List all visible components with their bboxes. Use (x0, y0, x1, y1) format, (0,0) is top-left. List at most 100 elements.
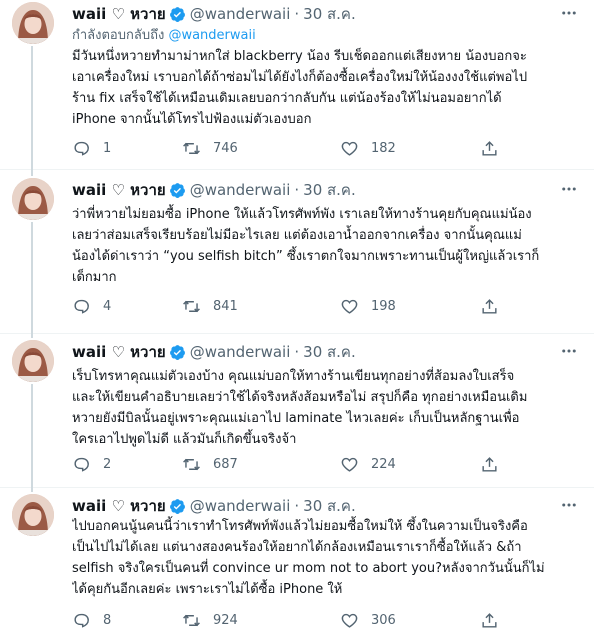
tweet-header: waii ♡ หวาย @wanderwaii · 30 ส.ค. (72, 342, 356, 362)
tweet-1[interactable]: waii ♡ หวาย @wanderwaii · 30 ส.ค. กำลังต… (0, 0, 594, 170)
retweet-button[interactable]: 746 (182, 138, 238, 158)
separator-dot: · (294, 181, 300, 199)
share-button[interactable] (480, 454, 499, 474)
display-name[interactable]: waii ♡ หวาย (72, 180, 166, 200)
tweet-4[interactable]: waii ♡ หวาย @wanderwaii · 30 ส.ค. ไปบอกค… (0, 488, 594, 641)
tweet-actions: 1 746 182 (72, 138, 512, 158)
like-button[interactable]: 198 (340, 296, 396, 316)
like-count: 198 (371, 298, 396, 314)
more-options-button[interactable] (558, 2, 580, 24)
retweet-button[interactable]: 687 (182, 454, 238, 474)
retweet-icon (183, 458, 200, 470)
reply-button[interactable]: 8 (72, 610, 111, 630)
retweet-count: 924 (213, 612, 238, 628)
reply-icon (74, 141, 89, 156)
like-button[interactable]: 224 (340, 454, 396, 474)
tweet-header: waii ♡ หวาย @wanderwaii · 30 ส.ค. (72, 4, 356, 24)
verified-badge-icon (169, 6, 185, 22)
more-horizontal-icon (562, 187, 576, 191)
thread-connector (31, 46, 33, 170)
tweet-text-line: น้องได้ด่าเราว่า “you selfish bitch” ซึ้… (72, 249, 540, 264)
tweet-date[interactable]: 30 ส.ค. (303, 4, 356, 24)
heart-icon (341, 613, 358, 628)
display-name[interactable]: waii ♡ หวาย (72, 342, 166, 362)
tweet-text-line: ร้าน fix เสร็จใช้ได้เหมือนเดิมเลยบอกว่าก… (72, 91, 502, 106)
avatar[interactable] (12, 178, 54, 220)
heart-icon (341, 457, 358, 472)
share-button[interactable] (480, 610, 499, 630)
tweet-date[interactable]: 30 ส.ค. (303, 180, 356, 200)
tweet-header: waii ♡ หวาย @wanderwaii · 30 ส.ค. (72, 496, 356, 516)
retweet-count: 746 (213, 140, 238, 156)
tweet-text-line: ใครเอาไปพูดไม่ดี แล้วมันก็เกิดขึ้นจริงจ้… (72, 432, 297, 447)
avatar[interactable] (12, 340, 54, 382)
avatar[interactable] (12, 2, 54, 44)
separator-dot: · (294, 343, 300, 361)
avatar-image (12, 340, 54, 382)
display-name[interactable]: waii ♡ หวาย (72, 4, 166, 24)
thread-connector (31, 488, 33, 492)
tweet-actions: 8 924 306 (72, 610, 512, 630)
retweet-count: 687 (213, 456, 238, 472)
share-icon (482, 140, 497, 156)
reply-button[interactable]: 1 (72, 138, 111, 158)
tweet-text-line: ได้คุยกันอีกเลยค่ะ เพราะเราไม่ได้ซื้อ iP… (72, 582, 343, 597)
retweet-button[interactable]: 841 (182, 296, 238, 316)
replying-prefix: กำลังตอบกลับถึง (72, 28, 165, 43)
separator-dot: · (294, 5, 300, 23)
share-icon (482, 298, 497, 314)
tweet-header: waii ♡ หวาย @wanderwaii · 30 ส.ค. (72, 180, 356, 200)
tweet-text-line: และให้เขียนคำอธิบายเลยว่าใช้ได้จริงหลังส… (72, 390, 528, 405)
user-handle[interactable]: @wanderwaii (190, 4, 291, 24)
thread-connector (31, 222, 33, 334)
tweet-text-line: iPhone จากนั้นได้โทรไปฟ้องแม่ตัวเองบอก (72, 112, 312, 127)
tweet-text-line: หวายยังมีบิลนั้นอยู่เพราะคุณแม่เอาไป lam… (72, 411, 520, 426)
tweet-text-line: มีวันหนึ่งหวายทำมาม่าหกใส่ blackberry น้… (72, 49, 527, 64)
reply-button[interactable]: 2 (72, 454, 111, 474)
tweet-text: ไปบอกคนนู้นคนนี้ว่าเราทำโทรศัพท์พังแล้วไ… (72, 516, 582, 600)
display-name[interactable]: waii ♡ หวาย (72, 496, 166, 516)
tweet-text: มีวันหนึ่งหวายทำมาม่าหกใส่ blackberry น้… (72, 46, 582, 130)
reply-count: 2 (103, 456, 112, 472)
more-options-button[interactable] (558, 178, 580, 200)
user-handle[interactable]: @wanderwaii (190, 180, 291, 200)
tweet-date[interactable]: 30 ส.ค. (303, 496, 356, 516)
tweet-text-line: ไปบอกคนนู้นคนนี้ว่าเราทำโทรศัพท์พังแล้วไ… (72, 519, 528, 534)
tweet-3[interactable]: waii ♡ หวาย @wanderwaii · 30 ส.ค. เร็บโท… (0, 334, 594, 488)
tweet-text-line: เด็กมาก (72, 270, 117, 285)
replying-to-line: กำลังตอบกลับถึง @wanderwaii (72, 27, 256, 45)
like-button[interactable]: 306 (340, 610, 396, 630)
tweet-text-line: เป็นไปไม่ได้เลย แต่นางสองคนร้องให้อยากได… (72, 540, 522, 555)
user-handle[interactable]: @wanderwaii (190, 496, 291, 516)
retweet-button[interactable]: 924 (182, 610, 238, 630)
tweet-2[interactable]: waii ♡ หวาย @wanderwaii · 30 ส.ค. ว่าพี่… (0, 170, 594, 334)
share-button[interactable] (480, 138, 499, 158)
verified-badge-icon (169, 498, 185, 514)
reply-icon (74, 613, 89, 628)
reply-count: 8 (103, 612, 112, 628)
tweet-text-line: เอาเครื่องใหม่ เราบอกได้ถ้าซ่อมไม่ได้ยัง… (72, 70, 528, 85)
like-count: 182 (371, 140, 396, 156)
avatar-image (12, 178, 54, 220)
more-options-button[interactable] (558, 340, 580, 362)
heart-icon (341, 141, 358, 156)
user-handle[interactable]: @wanderwaii (190, 342, 291, 362)
separator-dot: · (294, 497, 300, 515)
like-button[interactable]: 182 (340, 138, 396, 158)
thread-connector (31, 170, 33, 176)
replying-to-mention[interactable]: @wanderwaii (168, 28, 255, 43)
more-horizontal-icon (562, 503, 576, 507)
avatar[interactable] (12, 494, 54, 536)
tweet-actions: 2 687 224 (72, 454, 512, 474)
avatar-image (12, 2, 54, 44)
reply-count: 4 (103, 298, 112, 314)
tweet-date[interactable]: 30 ส.ค. (303, 342, 356, 362)
heart-icon (341, 299, 358, 314)
more-options-button[interactable] (558, 494, 580, 516)
reply-icon (74, 457, 89, 472)
reply-button[interactable]: 4 (72, 296, 111, 316)
share-button[interactable] (480, 296, 499, 316)
tweet-actions: 4 841 198 (72, 296, 512, 316)
avatar-image (12, 494, 54, 536)
retweet-icon (183, 614, 200, 626)
